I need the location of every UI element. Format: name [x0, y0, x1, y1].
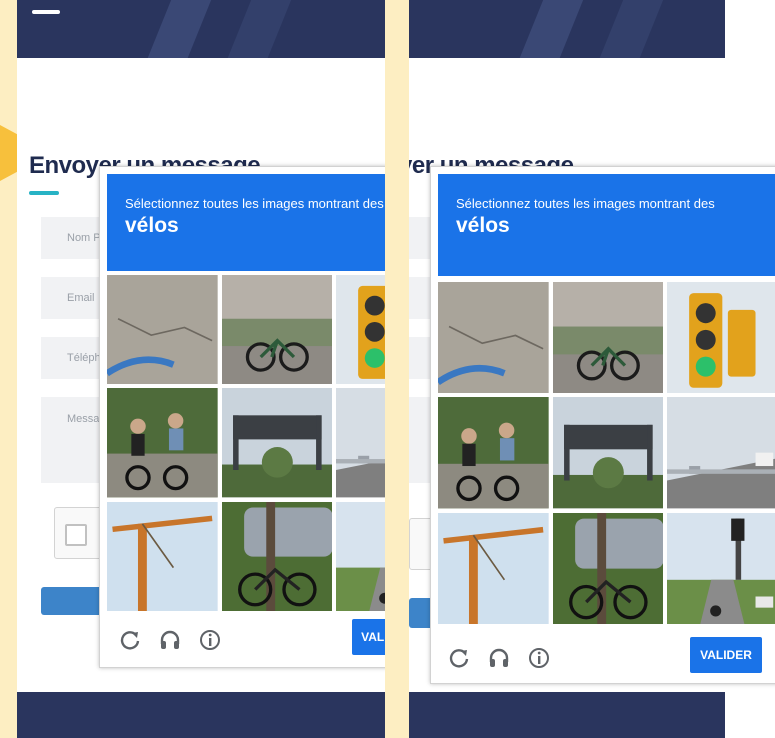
captcha-tile-asphalt-road-with-wheel[interactable] — [107, 275, 218, 385]
tile-image — [438, 512, 549, 624]
recaptcha-checkbox[interactable] — [65, 524, 87, 546]
title-underline — [29, 191, 59, 195]
captcha-tile-road-with-traffic-light[interactable] — [667, 512, 775, 624]
reload-icon[interactable] — [117, 627, 143, 653]
captcha-tile-traffic-light[interactable] — [667, 282, 775, 394]
captcha-tile-highway-sign-gantry[interactable] — [552, 397, 664, 509]
tile-image — [221, 275, 333, 385]
tile-image — [336, 275, 385, 385]
tile-image — [336, 388, 385, 498]
headphones-icon[interactable] — [157, 627, 183, 653]
tile-image — [221, 501, 333, 611]
captcha-instruction: Sélectionnez toutes les images montrant … — [125, 196, 384, 211]
tile-image — [438, 397, 549, 509]
captcha-keyword: vélos — [456, 214, 510, 237]
captcha-tile-traffic-light[interactable] — [336, 275, 385, 385]
tile-image — [221, 388, 333, 498]
menu-icon[interactable] — [32, 10, 60, 14]
site-header — [17, 0, 385, 58]
captcha-tile-bicycle-near-car[interactable] — [221, 501, 333, 611]
captcha-tile-bicycle-near-car[interactable] — [552, 512, 664, 624]
screenshot-left: Envoyer un message Nom Prénom Email Télé… — [17, 0, 385, 738]
captcha-footer: VALIDER — [438, 637, 775, 677]
site-footer — [17, 692, 385, 738]
captcha-keyword: vélos — [125, 214, 179, 237]
captcha-challenge: Sélectionnez toutes les images montrant … — [99, 166, 385, 668]
tile-image — [438, 282, 549, 394]
site-footer — [409, 692, 725, 738]
tile-image — [552, 282, 664, 394]
tile-image — [667, 397, 775, 509]
captcha-tile-construction-crane[interactable] — [107, 501, 218, 611]
captcha-header: Sélectionnez toutes les images montrant … — [107, 174, 385, 271]
tile-image — [667, 512, 775, 624]
captcha-challenge: Sélectionnez toutes les images montrant … — [430, 166, 775, 684]
captcha-tile-cyclists-on-path[interactable] — [438, 397, 549, 509]
site-header — [409, 0, 725, 58]
screenshot-right: yer un message Sélectionnez toutes les i… — [409, 0, 775, 738]
verify-button[interactable]: VALIDER — [690, 637, 762, 673]
tile-image — [107, 275, 218, 385]
captcha-image-grid — [438, 282, 775, 624]
captcha-tile-road-with-traffic-light[interactable] — [336, 501, 385, 611]
reload-icon[interactable] — [446, 645, 472, 671]
captcha-footer: VALIDER — [107, 619, 385, 659]
captcha-tile-highway-sign-gantry[interactable] — [221, 388, 333, 498]
verify-button[interactable]: VALIDER — [352, 619, 385, 655]
tile-image — [107, 388, 218, 498]
captcha-tile-construction-crane[interactable] — [438, 512, 549, 624]
captcha-tile-highway-with-cars[interactable] — [667, 397, 775, 509]
captcha-header: Sélectionnez toutes les images montrant … — [438, 174, 775, 276]
captcha-tile-asphalt-road-with-wheel[interactable] — [438, 282, 549, 394]
tile-image — [336, 501, 385, 611]
tile-image — [107, 501, 218, 611]
captcha-image-grid — [107, 275, 385, 611]
captcha-tile-cyclists-on-path[interactable] — [107, 388, 218, 498]
captcha-tile-street-with-parked-bicycle[interactable] — [552, 282, 664, 394]
captcha-tile-highway-with-cars[interactable] — [336, 388, 385, 498]
info-icon[interactable] — [526, 645, 552, 671]
tile-image — [667, 282, 775, 394]
tile-image — [552, 512, 664, 624]
captcha-instruction: Sélectionnez toutes les images montrant … — [456, 196, 715, 211]
info-icon[interactable] — [197, 627, 223, 653]
tile-image — [552, 397, 664, 509]
captcha-tile-street-with-parked-bicycle[interactable] — [221, 275, 333, 385]
headphones-icon[interactable] — [486, 645, 512, 671]
